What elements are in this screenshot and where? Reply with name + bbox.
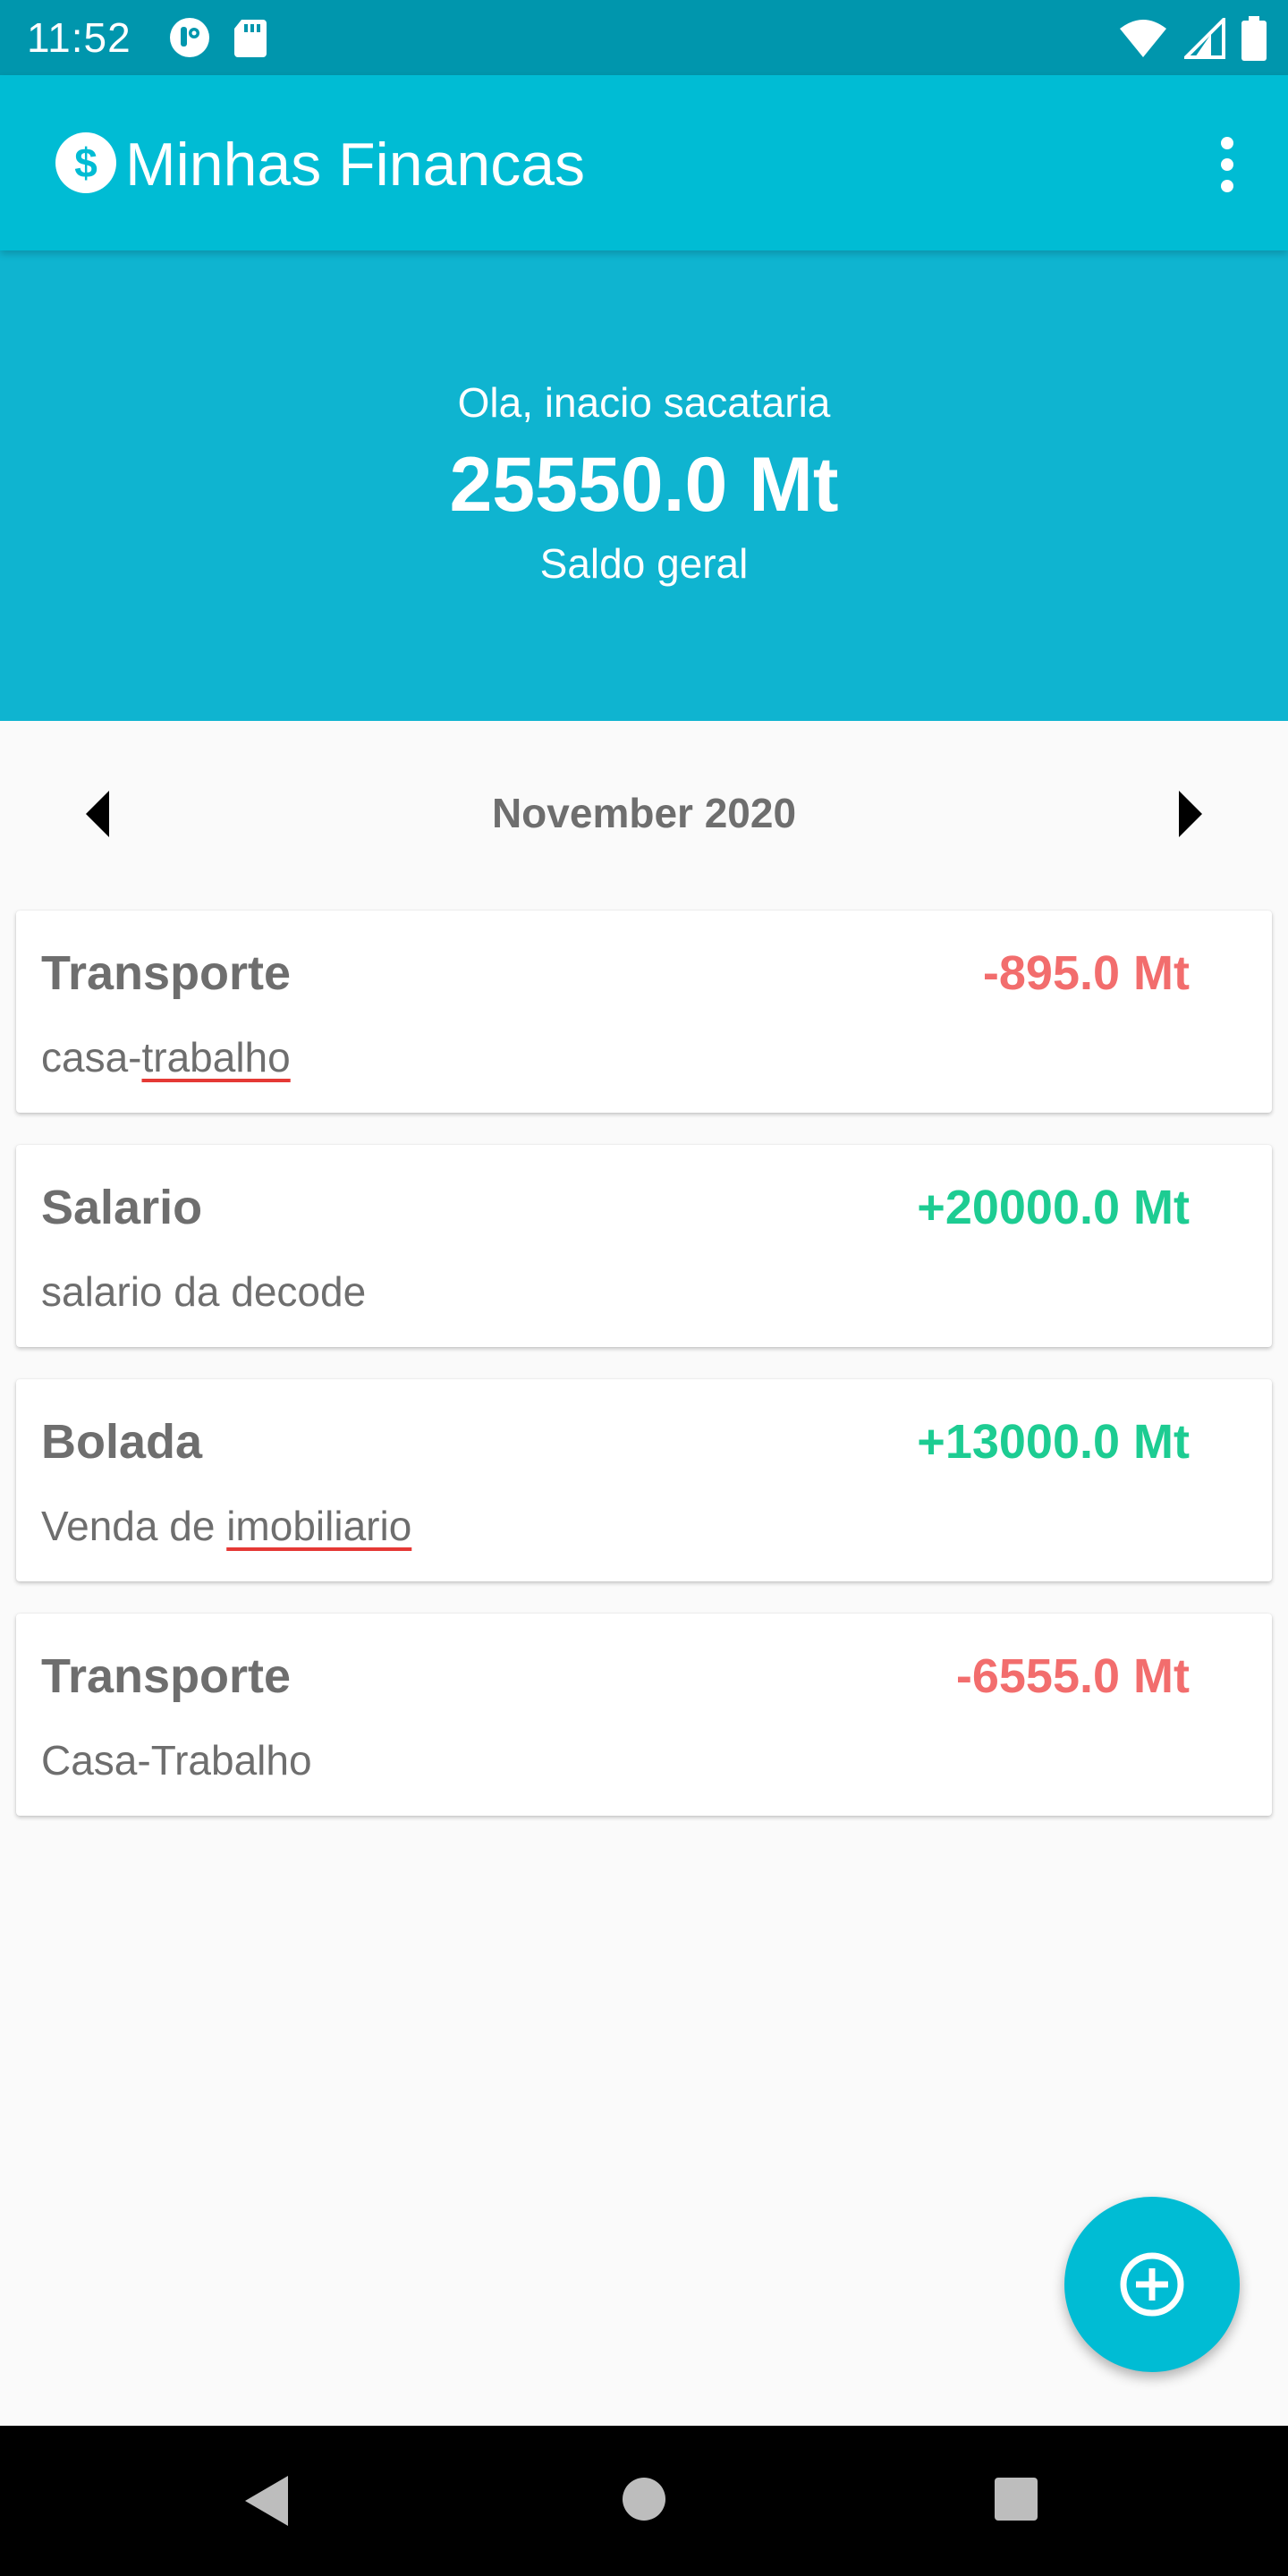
battery-icon <box>1241 16 1267 61</box>
more-vert-icon[interactable] <box>1216 132 1238 197</box>
month-label: November 2020 <box>491 790 797 836</box>
arrow-right-icon[interactable] <box>1172 789 1208 839</box>
add-transaction-button[interactable] <box>1064 2197 1240 2372</box>
app-notification-icon <box>170 18 209 57</box>
balance-header: Ola, inacio sacataria 25550.0 Mt Saldo g… <box>0 250 1288 721</box>
greeting-text: Ola, inacio sacataria <box>457 379 831 426</box>
recents-icon[interactable] <box>993 2476 1039 2522</box>
transaction-amount: -6555.0 Mt <box>955 1649 1190 1703</box>
transaction-amount: -895.0 Mt <box>982 946 1190 1000</box>
status-bar: 11:52 <box>0 0 1288 75</box>
back-icon[interactable] <box>242 2472 292 2529</box>
sd-card-icon <box>234 20 267 57</box>
screen: 11:52 $ Minhas Financas Ola, inacio saca… <box>0 0 1288 2576</box>
transaction-card[interactable]: Bolada +13000.0 Mt Venda de imobiliario <box>16 1379 1272 1581</box>
balance-amount: 25550.0 Mt <box>449 442 839 528</box>
wifi-icon <box>1120 20 1166 57</box>
transaction-amount: +13000.0 Mt <box>917 1415 1190 1469</box>
app-bar: $ Minhas Financas <box>0 75 1288 250</box>
transaction-amount: +20000.0 Mt <box>917 1181 1190 1234</box>
system-nav-bar <box>0 2426 1288 2576</box>
status-left-icons <box>168 16 268 59</box>
app-title: Minhas Financas <box>125 131 586 199</box>
balance-label: Saldo geral <box>539 540 749 587</box>
transaction-category: Bolada <box>41 1415 203 1469</box>
add-circle-icon <box>1120 2252 1184 2317</box>
transaction-description: salario da decode <box>41 1268 367 1315</box>
svg-text:$: $ <box>74 140 97 186</box>
transaction-category: Transporte <box>41 946 292 1000</box>
transaction-category: Transporte <box>41 1649 292 1703</box>
month-selector: November 2020 <box>0 769 1288 859</box>
home-icon[interactable] <box>621 2476 667 2522</box>
transaction-category: Salario <box>41 1181 203 1234</box>
transaction-description: casa-trabalho <box>41 1034 291 1080</box>
status-time: 11:52 <box>27 14 131 61</box>
transaction-description: Casa-Trabalho <box>41 1737 312 1784</box>
transaction-card[interactable]: Transporte -895.0 Mt casa-trabalho <box>16 911 1272 1113</box>
dollar-circle-icon: $ <box>55 132 116 193</box>
status-right-icons <box>1118 16 1267 61</box>
transaction-description: Venda de imobiliario <box>41 1503 412 1549</box>
transaction-list: Transporte -895.0 Mt casa-trabalho Salar… <box>16 911 1272 1848</box>
transaction-card[interactable]: Salario +20000.0 Mt salario da decode <box>16 1145 1272 1347</box>
cell-signal-icon <box>1184 18 1225 59</box>
transaction-card[interactable]: Transporte -6555.0 Mt Casa-Trabalho <box>16 1614 1272 1816</box>
